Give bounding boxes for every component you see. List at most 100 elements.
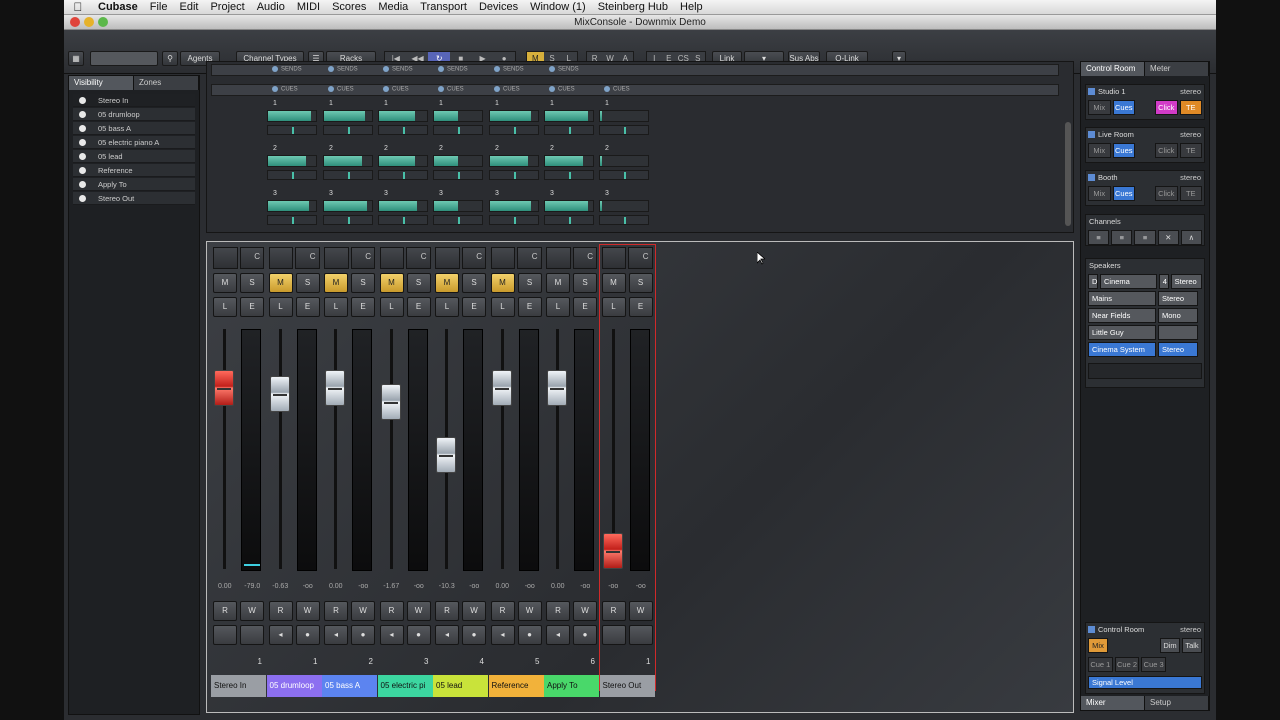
menu-file[interactable]: File	[144, 1, 174, 13]
speaker-row[interactable]: Near Fields Mono	[1088, 308, 1202, 323]
visibility-item[interactable]: Apply To	[73, 178, 195, 191]
channel-strip[interactable]: C M S L E -10.3 -oo R W ◂ ● 4 05 lead	[433, 245, 488, 697]
sends-label[interactable]: SENDS	[328, 66, 358, 73]
menu-midi[interactable]: MIDI	[291, 1, 326, 13]
listen-button[interactable]: L	[435, 297, 459, 317]
record-enable-icon[interactable]: ●	[573, 625, 597, 645]
cr-cue2-button[interactable]: Cue 2	[1114, 657, 1140, 672]
cue-pan-slider[interactable]	[599, 125, 649, 135]
listen-button[interactable]: L	[490, 297, 515, 317]
cue-level-slider[interactable]	[544, 155, 594, 167]
menu-devices[interactable]: Devices	[473, 1, 524, 13]
cue-pan-slider[interactable]	[489, 170, 539, 180]
cues-rack-row[interactable]: CUES CUES CUES CUES CUES CUES CUES	[211, 84, 1059, 96]
cue-level-slider[interactable]	[267, 110, 317, 122]
close-window-button[interactable]	[70, 17, 80, 27]
edit-button[interactable]: E	[573, 297, 597, 317]
cue-level-slider[interactable]	[378, 155, 428, 167]
studio-click-button[interactable]: Click	[1155, 143, 1178, 158]
channel-name[interactable]: 05 lead	[433, 675, 488, 697]
channel-name[interactable]: 05 electric pi	[377, 675, 433, 697]
read-button[interactable]: R	[324, 601, 348, 621]
visibility-dot-icon[interactable]	[79, 125, 86, 132]
cue-level-slider[interactable]	[489, 155, 539, 167]
solo-button[interactable]: S	[295, 273, 320, 293]
solo-button[interactable]: S	[462, 273, 486, 293]
mute-button[interactable]: M	[379, 273, 404, 293]
cues-label[interactable]: CUES	[438, 86, 464, 93]
speaker-name[interactable]: Little Guy	[1088, 325, 1156, 340]
visibility-item[interactable]: Stereo Out	[73, 192, 195, 205]
input-routing-box[interactable]	[490, 247, 515, 269]
record-enable-icon[interactable]	[628, 625, 653, 645]
mute-button[interactable]: M	[324, 273, 348, 293]
volume-fader[interactable]	[269, 375, 290, 412]
cue-pan-slider[interactable]	[433, 170, 483, 180]
cue-pan-slider[interactable]	[544, 170, 594, 180]
studio-mix-button[interactable]: Mix	[1088, 100, 1111, 115]
channel-name[interactable]: Reference	[488, 675, 544, 697]
edit-button[interactable]: E	[517, 297, 542, 317]
cue-pan-slider[interactable]	[323, 125, 373, 135]
monitor-icon[interactable]: ◂	[379, 625, 404, 645]
cue-pan-slider[interactable]	[267, 170, 317, 180]
minimize-window-button[interactable]	[84, 17, 94, 27]
record-enable-icon[interactable]	[240, 625, 264, 645]
cue-pan-slider[interactable]	[323, 170, 373, 180]
edit-button[interactable]: E	[628, 297, 653, 317]
cues-label[interactable]: CUES	[383, 86, 409, 93]
cr-cue3-button[interactable]: Cue 3	[1141, 657, 1167, 672]
menu-steinberg-hub[interactable]: Steinberg Hub	[592, 1, 674, 13]
cr-talk-button[interactable]: Talk	[1182, 638, 1202, 653]
mute-button[interactable]: M	[435, 273, 459, 293]
cue-pan-slider[interactable]	[323, 215, 373, 225]
cues-label[interactable]: CUES	[328, 86, 354, 93]
visibility-dot-icon[interactable]	[79, 153, 86, 160]
mute-button[interactable]: M	[213, 273, 237, 293]
edit-button[interactable]: E	[295, 297, 320, 317]
speaker-name[interactable]: Cinema System	[1088, 342, 1156, 357]
channel-strip[interactable]: C M S L E 0.00 -oo R W ◂ ● 2 05 bass A	[322, 245, 377, 697]
studio-te-button[interactable]: TE	[1179, 100, 1202, 115]
visibility-dot-icon[interactable]	[79, 195, 86, 202]
channel-name[interactable]: Stereo In	[211, 675, 266, 697]
sends-rack-row[interactable]: SENDS SENDS SENDS SENDS SENDS SENDS	[211, 64, 1059, 76]
zone-selector[interactable]	[90, 51, 158, 66]
sends-label[interactable]: SENDS	[383, 66, 413, 73]
channel-name[interactable]: Stereo Out	[599, 675, 655, 697]
edit-button[interactable]: E	[351, 297, 375, 317]
power-icon[interactable]	[1088, 626, 1095, 633]
monitor-icon[interactable]: ◂	[324, 625, 348, 645]
channel-tool-icon[interactable]: ≡	[1134, 230, 1156, 245]
visibility-dot-icon[interactable]	[79, 167, 86, 174]
write-button[interactable]: W	[406, 601, 431, 621]
channel-tool-icon[interactable]: ≡	[1111, 230, 1133, 245]
channel-c-button[interactable]: C	[295, 247, 320, 269]
cue-level-slider[interactable]	[378, 110, 428, 122]
sends-label[interactable]: SENDS	[272, 66, 302, 73]
volume-fader[interactable]	[602, 533, 623, 569]
speaker-name[interactable]: Near Fields	[1088, 308, 1156, 323]
cue-pan-slider[interactable]	[378, 215, 428, 225]
write-button[interactable]: W	[351, 601, 375, 621]
cue-pan-slider[interactable]	[378, 170, 428, 180]
input-routing-box[interactable]	[435, 247, 460, 269]
menu-media[interactable]: Media	[372, 1, 414, 13]
power-icon[interactable]	[1088, 131, 1095, 138]
edit-button[interactable]: E	[240, 297, 264, 317]
mute-button[interactable]: M	[601, 273, 626, 293]
channel-c-button[interactable]: C	[628, 247, 653, 269]
cue-level-slider[interactable]	[489, 200, 539, 212]
cue-level-slider[interactable]	[267, 155, 317, 167]
volume-fader[interactable]	[547, 369, 567, 406]
solo-button[interactable]: S	[240, 273, 264, 293]
speaker-config-name[interactable]: Cinema System	[1100, 274, 1157, 299]
peak-value[interactable]: -oo	[405, 583, 433, 590]
cue-level-slider[interactable]	[433, 200, 483, 212]
record-enable-icon[interactable]: ●	[295, 625, 320, 645]
write-button[interactable]: W	[573, 601, 597, 621]
write-button[interactable]: W	[517, 601, 542, 621]
channel-strip[interactable]: C M S L E 0.00 -79.0 R W 1 Stereo In	[211, 245, 266, 697]
cr-cue1-button[interactable]: Cue 1	[1088, 657, 1113, 672]
record-enable-icon[interactable]: ●	[351, 625, 375, 645]
